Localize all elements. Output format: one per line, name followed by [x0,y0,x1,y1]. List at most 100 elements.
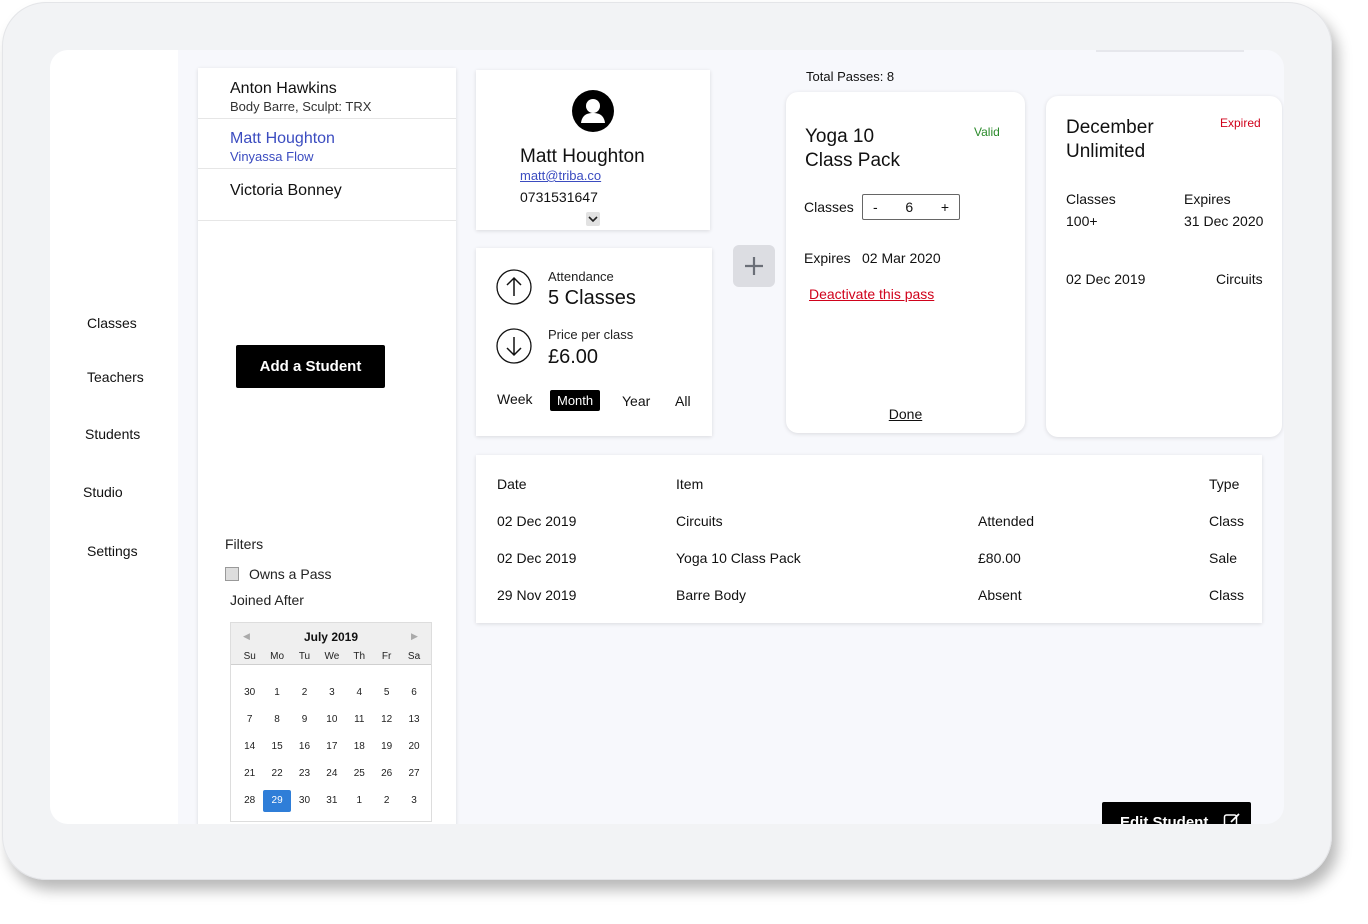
attendance-stats-card: Attendance 5 Classes Price per class £6.… [476,248,712,436]
profile-email-link[interactable]: matt@triba.co [520,168,601,183]
calendar-day[interactable]: 13 [400,709,427,731]
column-header-item: Item [676,476,704,492]
avatar-icon [572,90,614,132]
calendar-day[interactable]: 20 [400,736,427,758]
expired-pass-card: December Unlimited Expired Classes Expir… [1046,96,1282,437]
calendar-day[interactable]: 24 [318,763,345,785]
calendar-day[interactable]: 30 [291,790,318,812]
student-name: Victoria Bonney [230,182,342,199]
calendar-day[interactable]: 1 [263,682,290,704]
student-row-victoria-bonney[interactable]: Victoria Bonney [198,169,456,221]
arrow-down-circle-icon [496,328,532,364]
pass-classes-label: Classes [1066,191,1116,207]
expand-profile-chevron-down-icon[interactable] [586,212,600,226]
student-row-matt-houghton[interactable]: Matt Houghton Vinyassa Flow [198,119,456,169]
row-detail: Absent [978,587,1022,603]
owns-pass-checkbox[interactable] [225,567,239,581]
calendar-week-row: 28 29 30 31 1 2 3 [236,788,428,815]
column-header-date: Date [497,476,527,492]
calendar-weekday: We [324,651,340,662]
nav-item-students[interactable]: Students [85,426,140,442]
calendar-day[interactable]: 17 [318,736,345,758]
stepper-decrement-button[interactable]: - [873,199,878,215]
row-detail: Attended [978,513,1035,529]
calendar-day[interactable]: 3 [318,682,345,704]
period-tab-all[interactable]: All [668,390,698,412]
profile-phone: 0731531647 [520,189,598,205]
nav-item-settings[interactable]: Settings [87,543,138,559]
calendar-day[interactable]: 18 [346,736,373,758]
calendar-day[interactable]: 14 [236,736,263,758]
pass-classes-value: 100+ [1066,213,1098,229]
calendar-day[interactable]: 12 [373,709,400,731]
calendar-day[interactable]: 10 [318,709,345,731]
owns-pass-filter: Owns a Pass [225,566,331,582]
row-date: 02 Dec 2019 [497,513,577,529]
pass-expires-value: 02 Mar 2020 [862,250,941,266]
pass-title-line-2: Unlimited [1066,141,1146,162]
calendar-day[interactable]: 11 [346,709,373,731]
calendar-day[interactable]: 21 [236,763,263,785]
deactivate-pass-link[interactable]: Deactivate this pass [809,286,934,302]
calendar-day[interactable]: 26 [373,763,400,785]
calendar-weekday: Tu [298,651,311,662]
calendar-day[interactable]: 1 [346,790,373,812]
calendar-days-grid: 30 1 2 3 4 5 6 7 8 9 10 11 12 13 14 15 16 17 18 19 20 21 22 23 2… [236,679,428,815]
calendar-day[interactable]: 16 [291,736,318,758]
nav-item-teachers[interactable]: Teachers [87,369,144,385]
calendar-weekday: Th [353,651,366,662]
calendar-weekday: Sa [407,651,421,662]
pass-last-class: Circuits [1216,271,1263,287]
pass-last-date: 02 Dec 2019 [1066,271,1146,287]
calendar-next-icon[interactable]: ▶ [411,631,418,642]
pass-title-line-2: Class Pack [805,150,901,171]
calendar-day[interactable]: 15 [263,736,290,758]
calendar-day[interactable]: 2 [373,790,400,812]
period-tab-year[interactable]: Year [615,390,657,412]
row-type: Sale [1209,550,1238,566]
stepper-increment-button[interactable]: + [941,199,949,215]
calendar-day[interactable]: 22 [263,763,290,785]
attendance-label: Attendance [548,269,614,284]
calendar-week-row: 30 1 2 3 4 5 6 [236,679,428,706]
calendar-week-row: 7 8 9 10 11 12 13 [236,706,428,733]
calendar-day[interactable]: 23 [291,763,318,785]
calendar-day[interactable]: 9 [291,709,318,731]
stepper-value[interactable]: 6 [905,199,913,215]
period-tab-month[interactable]: Month [550,390,601,411]
student-row-anton-hawkins[interactable]: Anton Hawkins Body Barre, Sculpt: TRX [198,68,456,119]
nav-item-studio[interactable]: Studio [83,484,123,500]
add-student-button[interactable]: Add a Student [236,345,385,388]
pass-classes-label: Classes [804,199,854,215]
pass-status-badge: Expired [1220,116,1261,130]
calendar-day[interactable]: 2 [291,682,318,704]
owns-pass-label: Owns a Pass [249,566,332,582]
sidebar-nav: Classes Teachers Students Studio Setting… [50,50,178,824]
calendar-day[interactable]: 3 [400,790,427,812]
done-link[interactable]: Done [786,406,1025,422]
edit-student-button[interactable]: Edit Student [1102,802,1251,824]
nav-item-classes[interactable]: Classes [87,315,137,331]
classes-remaining-stepper: - 6 + [862,194,960,220]
calendar-day[interactable]: 29 [263,790,291,813]
calendar-day[interactable]: 5 [373,682,400,704]
calendar-day[interactable]: 31 [318,790,345,812]
row-item: Yoga 10 Class Pack [676,550,801,566]
edit-icon [1223,813,1240,824]
add-pass-button[interactable] [733,245,775,287]
calendar-day[interactable]: 30 [236,682,263,704]
calendar-day[interactable]: 7 [236,709,263,731]
row-type: Class [1209,587,1245,603]
date-picker-calendar: ◀ July 2019 ▶ Su Mo Tu We Th Fr Sa 30 1 2 3 4 5 6 7 8 9… [230,622,432,822]
calendar-month-title: July 2019 [303,630,359,644]
calendar-day[interactable]: 27 [400,763,427,785]
row-item: Circuits [676,513,723,529]
calendar-day[interactable]: 19 [373,736,400,758]
calendar-day[interactable]: 4 [346,682,373,704]
period-tab-week[interactable]: Week [490,388,540,410]
calendar-day[interactable]: 25 [346,763,373,785]
calendar-weekday: Fr [381,651,392,662]
calendar-day[interactable]: 6 [400,682,427,704]
calendar-day[interactable]: 8 [263,709,290,731]
calendar-day[interactable]: 28 [236,790,263,812]
